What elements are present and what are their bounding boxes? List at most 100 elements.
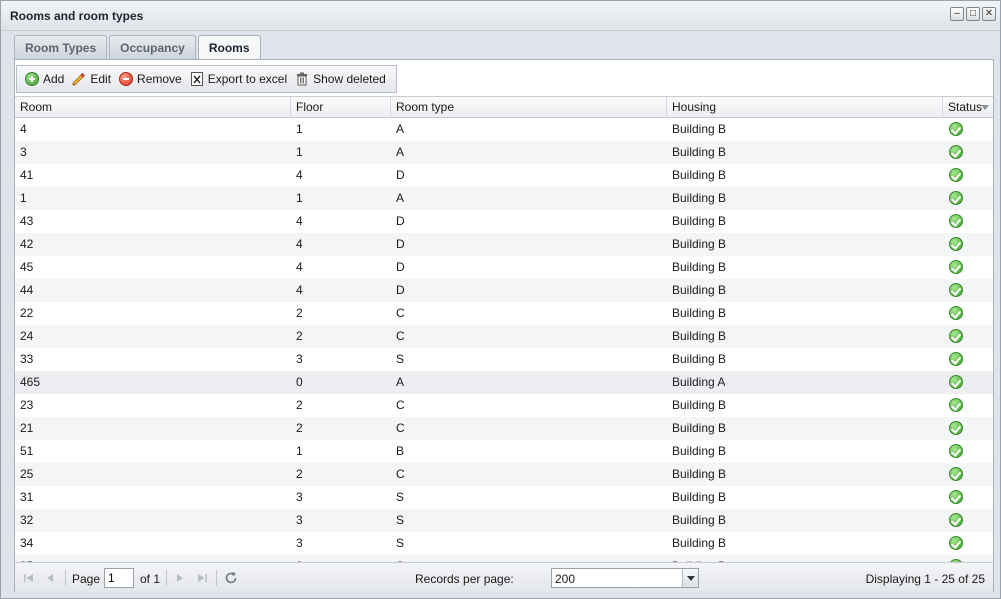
page-number-input[interactable] xyxy=(104,568,134,588)
cell-room-type: C xyxy=(396,329,405,343)
cell-housing: Building B xyxy=(672,444,727,458)
cell-floor: 4 xyxy=(296,214,303,228)
export-label: Export to excel xyxy=(207,72,288,86)
remove-label: Remove xyxy=(137,72,182,86)
table-row[interactable]: 33 3 S Building B xyxy=(15,348,993,371)
cell-room: 31 xyxy=(20,490,34,504)
cell-room-type: C xyxy=(396,467,405,481)
status-ok-icon xyxy=(949,168,963,182)
pagination-bar: Page of 1 Records per page: 200 Displayi… xyxy=(15,562,993,592)
cell-room: 23 xyxy=(20,398,34,412)
column-header-floor[interactable]: Floor xyxy=(291,97,391,118)
column-header-housing[interactable]: Housing xyxy=(667,97,943,118)
next-page-icon[interactable] xyxy=(173,571,187,585)
window-controls: – □ ✕ xyxy=(950,7,996,21)
records-per-page-select[interactable]: 200 xyxy=(551,568,699,588)
status-ok-icon xyxy=(949,214,963,228)
tab-room-types[interactable]: Room Types xyxy=(14,35,108,59)
cell-housing: Building B xyxy=(672,513,727,527)
cell-floor: 4 xyxy=(296,237,303,251)
cell-floor: 4 xyxy=(296,283,303,297)
table-row[interactable]: 43 4 D Building B xyxy=(15,210,993,233)
table-row[interactable]: 31 3 S Building B xyxy=(15,486,993,509)
prev-page-icon[interactable] xyxy=(43,571,57,585)
cell-room-type: D xyxy=(396,237,405,251)
cell-floor: 3 xyxy=(291,555,303,562)
cell-housing: Building B xyxy=(672,352,727,366)
window-titlebar[interactable]: Rooms and room types – □ ✕ xyxy=(1,1,1000,31)
pager-separator xyxy=(65,570,66,586)
cell-floor: 4 xyxy=(296,168,303,182)
table-row[interactable]: 34 3 S Building B xyxy=(15,532,993,555)
column-header-status[interactable]: Status xyxy=(943,97,993,118)
table-row[interactable]: 1 1 A Building B xyxy=(15,187,993,210)
table-row[interactable]: 23 2 C Building B xyxy=(15,394,993,417)
table-row[interactable]: 24 2 C Building B xyxy=(15,325,993,348)
cell-room: 22 xyxy=(20,306,34,320)
table-row[interactable]: 465 0 A Building A xyxy=(15,371,993,394)
chevron-down-icon[interactable] xyxy=(682,569,698,587)
close-button[interactable]: ✕ xyxy=(982,7,996,21)
table-row[interactable]: 51 1 B Building B xyxy=(15,440,993,463)
cell-floor: 1 xyxy=(296,145,303,159)
table-row[interactable]: 25 2 C Building B xyxy=(15,463,993,486)
show-deleted-button[interactable]: Show deleted xyxy=(293,68,392,90)
grid-body: 4 1 A Building B 3 1 A Building B 41 4 D Building B… xyxy=(15,118,993,562)
status-ok-icon xyxy=(949,122,963,136)
cell-floor: 2 xyxy=(296,421,303,435)
column-header-status-label: Status xyxy=(948,100,983,114)
last-page-icon[interactable] xyxy=(195,571,209,585)
cell-room: 41 xyxy=(20,168,34,182)
add-icon xyxy=(25,72,39,86)
column-header-room[interactable]: Room xyxy=(15,97,291,118)
tab-occupancy[interactable]: Occupancy xyxy=(109,35,196,59)
cell-floor: 2 xyxy=(296,467,303,481)
remove-icon xyxy=(119,72,134,86)
table-row[interactable]: 45 4 D Building B xyxy=(15,256,993,279)
cell-floor: 1 xyxy=(296,191,303,205)
table-row[interactable]: 21 2 C Building B xyxy=(15,417,993,440)
cell-housing: Building B xyxy=(672,421,727,435)
minimize-button[interactable]: – xyxy=(950,7,964,21)
table-row[interactable]: 32 3 S Building B xyxy=(15,509,993,532)
cell-room-type: D xyxy=(396,214,405,228)
maximize-button[interactable]: □ xyxy=(966,7,980,21)
cell-floor: 1 xyxy=(296,444,303,458)
cell-room: 24 xyxy=(20,329,34,343)
column-header-room-type[interactable]: Room type xyxy=(391,97,667,118)
cell-housing: Building A xyxy=(672,375,726,389)
tab-rooms[interactable]: Rooms xyxy=(197,35,261,60)
table-row[interactable]: 4 1 A Building B xyxy=(15,118,993,141)
cell-room-type: A xyxy=(396,191,405,205)
status-ok-icon xyxy=(949,536,963,550)
cell-floor: 3 xyxy=(296,352,303,366)
cell-room: 21 xyxy=(20,421,34,435)
records-per-page-value: 200 xyxy=(555,572,576,586)
records-per-page-label: Records per page: xyxy=(415,572,514,586)
status-ok-icon xyxy=(949,421,963,435)
table-row[interactable]: 42 4 D Building B xyxy=(15,233,993,256)
export-excel-button[interactable]: Export to excel xyxy=(188,68,293,90)
cell-room: 45 xyxy=(20,260,34,274)
trash-icon xyxy=(297,72,308,86)
cell-room: 35 xyxy=(15,555,33,562)
page-label: Page xyxy=(72,572,101,586)
table-row[interactable]: 22 2 C Building B xyxy=(15,302,993,325)
cell-housing: Building B xyxy=(672,214,727,228)
tab-bar: Room Types Occupancy Rooms xyxy=(14,35,261,60)
cell-floor: 3 xyxy=(296,513,303,527)
add-button[interactable]: Add xyxy=(23,68,70,90)
cell-housing: Building B xyxy=(672,329,727,343)
edit-button[interactable]: Edit xyxy=(70,68,117,90)
table-row[interactable]: 44 4 D Building B xyxy=(15,279,993,302)
refresh-icon[interactable] xyxy=(224,571,238,585)
cell-room-type: D xyxy=(396,283,405,297)
status-ok-icon xyxy=(949,467,963,481)
table-row[interactable]: 41 4 D Building B xyxy=(15,164,993,187)
remove-button[interactable]: Remove xyxy=(117,68,188,90)
grid-header: Room Floor Room type Housing Status xyxy=(15,96,993,118)
table-row[interactable]: 3 1 A Building B xyxy=(15,141,993,164)
first-page-icon[interactable] xyxy=(22,571,36,585)
cell-housing: Building B xyxy=(672,260,727,274)
table-row[interactable]: 35 3 S Building B xyxy=(15,555,993,562)
